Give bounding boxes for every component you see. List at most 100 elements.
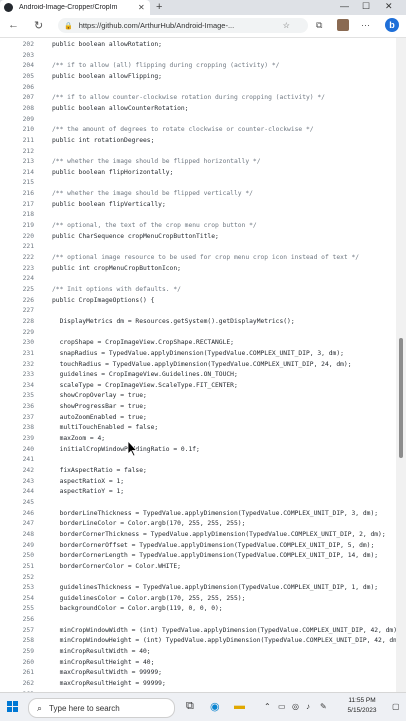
line-number[interactable]: 238 [0,423,34,433]
line-text: minCropWindowWidth = (int) TypedValue.ap… [52,626,401,634]
close-tab-icon[interactable]: ✕ [138,3,145,12]
line-number[interactable]: 256 [0,615,34,625]
line-number[interactable]: 203 [0,51,34,61]
line-number[interactable]: 249 [0,541,34,551]
code-line: 242 fixAspectRatio = false; [0,466,396,476]
line-text: public boolean flipHorizontally; [52,168,174,176]
line-number[interactable]: 229 [0,328,34,338]
line-number[interactable]: 208 [0,104,34,114]
maximize-icon[interactable]: ☐ [362,1,370,12]
line-number[interactable]: 227 [0,306,34,316]
line-number[interactable]: 247 [0,519,34,529]
line-number[interactable]: 224 [0,274,34,284]
line-number[interactable]: 223 [0,264,34,274]
line-number[interactable]: 214 [0,168,34,178]
extensions-icon[interactable]: ⧉ [316,20,322,31]
line-number[interactable]: 248 [0,530,34,540]
line-number[interactable]: 240 [0,445,34,455]
line-number[interactable]: 220 [0,232,34,242]
line-number[interactable]: 251 [0,562,34,572]
new-tab-icon[interactable]: + [156,1,162,13]
windows-start-icon[interactable] [7,701,18,712]
line-number[interactable]: 215 [0,178,34,188]
line-number[interactable]: 259 [0,647,34,657]
line-number[interactable]: 221 [0,242,34,252]
battery-icon[interactable]: ▭ [278,702,286,711]
line-number[interactable]: 236 [0,402,34,412]
line-number[interactable]: 216 [0,189,34,199]
address-bar[interactable]: 🔒 https://github.com/ArthurHub/Android-I… [58,18,308,33]
code-line: 239 maxZoom = 4; [0,434,396,444]
bing-icon[interactable]: b [385,18,399,32]
line-number[interactable]: 237 [0,413,34,423]
line-number[interactable]: 231 [0,349,34,359]
line-number[interactable]: 226 [0,296,34,306]
browser-tab[interactable]: Android-Image-Cropper/CropIm ✕ [0,0,150,15]
line-text: public boolean flipVertically; [52,200,166,208]
line-number[interactable]: 243 [0,477,34,487]
line-number[interactable]: 205 [0,72,34,82]
code-line: 222 /** optional image resource to be use… [0,253,396,263]
line-number[interactable]: 241 [0,455,34,465]
line-number[interactable]: 204 [0,61,34,71]
taskbar-search[interactable]: ⌕ Type here to search [28,698,175,718]
lock-icon[interactable]: 🔒 [64,22,73,30]
speaker-icon[interactable]: ♪ [306,702,310,711]
line-number[interactable]: 235 [0,391,34,401]
line-number[interactable]: 209 [0,115,34,125]
pen-icon[interactable]: ✎ [320,702,327,711]
network-icon[interactable]: ◎ [292,702,299,711]
scrollbar-thumb[interactable] [399,338,403,458]
more-icon[interactable]: ⋯ [361,20,370,31]
line-number[interactable]: 217 [0,200,34,210]
edge-icon[interactable]: ◉ [210,700,220,713]
line-number[interactable]: 257 [0,626,34,636]
line-number[interactable]: 222 [0,253,34,263]
line-number[interactable]: 206 [0,83,34,93]
line-number[interactable]: 255 [0,604,34,614]
tray-overflow-icon[interactable]: ⌃ [264,702,271,711]
line-number[interactable]: 258 [0,636,34,646]
line-number[interactable]: 202 [0,40,34,50]
line-text: backgroundColor = Color.argb(119, 0, 0, … [52,605,223,613]
line-number[interactable]: 234 [0,381,34,391]
line-number[interactable]: 254 [0,594,34,604]
line-number[interactable]: 239 [0,434,34,444]
line-number[interactable]: 225 [0,285,34,295]
line-number[interactable]: 211 [0,136,34,146]
line-number[interactable]: 261 [0,668,34,678]
window-close-icon[interactable]: ✕ [385,1,393,12]
line-number[interactable]: 250 [0,551,34,561]
line-number[interactable]: 207 [0,93,34,103]
line-number[interactable]: 232 [0,360,34,370]
line-number[interactable]: 246 [0,509,34,519]
line-number[interactable]: 245 [0,498,34,508]
back-icon[interactable]: ← [8,19,19,31]
scrollbar[interactable] [396,38,406,692]
line-number[interactable]: 228 [0,317,34,327]
line-number[interactable]: 213 [0,157,34,167]
line-text: /** the amount of degrees to rotate cloc… [52,126,314,134]
url-text[interactable]: https://github.com/ArthurHub/Android-Ima… [79,21,279,30]
taskbar-clock[interactable]: 11:55 PM 5/15/2023 [340,696,384,716]
line-number[interactable]: 210 [0,125,34,135]
minimize-icon[interactable]: — [340,1,349,11]
line-number[interactable]: 233 [0,370,34,380]
refresh-icon[interactable]: ↻ [34,19,43,32]
line-number[interactable]: 242 [0,466,34,476]
file-explorer-icon[interactable]: ▬ [234,700,245,712]
line-number[interactable]: 230 [0,338,34,348]
line-number[interactable]: 244 [0,487,34,497]
line-number[interactable]: 219 [0,221,34,231]
line-number[interactable]: 252 [0,573,34,583]
favorite-icon[interactable]: ☆ [283,21,290,30]
avatar[interactable] [337,19,349,31]
line-number[interactable]: 262 [0,679,34,689]
notifications-icon[interactable]: ▢ [392,702,400,711]
line-number[interactable]: 212 [0,147,34,157]
code-line: 240 initialCropWindowPaddingRatio = 0.1f… [0,445,396,455]
line-number[interactable]: 260 [0,658,34,668]
line-number[interactable]: 253 [0,583,34,593]
line-number[interactable]: 218 [0,210,34,220]
task-view-icon[interactable]: ⧉ [186,700,194,713]
